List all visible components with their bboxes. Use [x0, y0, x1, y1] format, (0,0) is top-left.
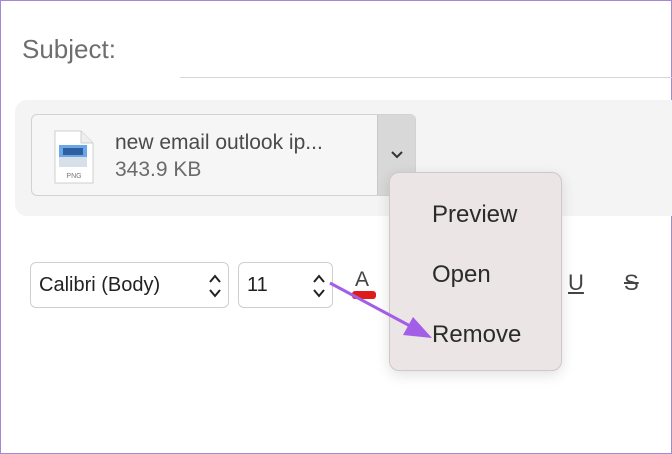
- file-type-badge: PNG: [66, 173, 81, 180]
- attachment-file-name: new email outlook ip...: [115, 131, 323, 154]
- font-color-letter: A: [355, 268, 370, 291]
- attachment-context-menu: Preview Open Remove: [389, 172, 562, 371]
- subject-input[interactable]: [180, 77, 672, 78]
- strikethrough-button[interactable]: S: [624, 270, 639, 296]
- font-family-select[interactable]: Calibri (Body): [30, 262, 229, 308]
- window-frame: [0, 0, 672, 454]
- chevron-down-icon: [390, 151, 403, 159]
- font-color-swatch: [352, 291, 376, 299]
- font-size-value: 11: [247, 273, 268, 296]
- underline-button[interactable]: U: [568, 270, 584, 296]
- png-file-icon: PNG: [54, 130, 94, 184]
- up-down-chevron-icon: [209, 274, 221, 298]
- menu-item-remove[interactable]: Remove: [432, 321, 521, 349]
- font-size-select[interactable]: 11: [238, 262, 333, 308]
- up-down-chevron-icon: [313, 274, 325, 298]
- font-family-value: Calibri (Body): [39, 273, 161, 296]
- attachment-file-size: 343.9 KB: [115, 158, 202, 181]
- menu-item-preview[interactable]: Preview: [432, 201, 517, 229]
- font-color-button[interactable]: A: [350, 268, 378, 304]
- subject-label: Subject:: [22, 34, 116, 64]
- attachment-card[interactable]: PNG new email outlook ip... 343.9 KB: [31, 114, 416, 196]
- menu-item-open[interactable]: Open: [432, 261, 491, 289]
